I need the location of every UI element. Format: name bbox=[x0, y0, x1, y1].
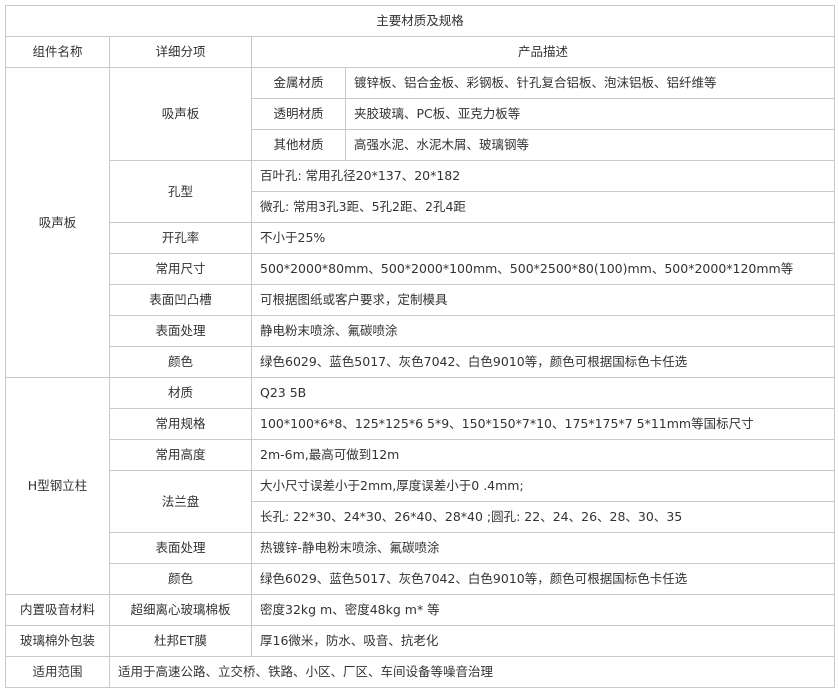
column-height-label: 常用高度 bbox=[109, 439, 252, 471]
flange-label: 法兰盘 bbox=[109, 470, 252, 533]
metal-value: 镀锌板、铝合金板、彩钢板、针孔复合铝板、泡沫铝板、铝纤维等 bbox=[344, 67, 836, 99]
title-row: 主要材质及规格 bbox=[4, 5, 836, 37]
column-spec-value: 100*100*6*8、125*125*6 5*9、150*150*7*10、1… bbox=[250, 408, 836, 440]
other-value: 高强水泥、水泥木屑、玻璃钢等 bbox=[344, 129, 836, 161]
table-row: 常用规格 100*100*6*8、125*125*6 5*9、150*150*7… bbox=[6, 408, 836, 440]
scope-name: 适用范围 bbox=[5, 656, 110, 688]
column-surface-label: 表面处理 bbox=[109, 532, 252, 564]
header-component: 组件名称 bbox=[5, 36, 110, 68]
table-row: 内置吸音材料 超细离心玻璃棉板 密度32kg m、密度48kg m* 等 bbox=[5, 594, 836, 626]
group-panel: 吸声板 bbox=[5, 67, 110, 378]
table-row: 常用高度 2m-6m,最高可做到12m bbox=[6, 439, 836, 471]
inner-label: 超细离心玻璃棉板 bbox=[109, 594, 252, 626]
panel-color-label: 颜色 bbox=[109, 346, 252, 378]
column-material-value: Q23 5B bbox=[250, 377, 836, 409]
column-spec-label: 常用规格 bbox=[109, 408, 252, 440]
header-detail: 详细分项 bbox=[109, 36, 252, 68]
table-row: 颜色 绿色6029、蓝色5017、灰色7042、白色9010等，颜色可根据国标色… bbox=[6, 563, 836, 595]
open-rate-value: 不小于25% bbox=[250, 222, 836, 254]
inner-name: 内置吸音材料 bbox=[5, 594, 110, 626]
hole-value-2: 微孔: 常用3孔3距、5孔2距、2孔4距 bbox=[250, 191, 836, 223]
column-height-value: 2m-6m,最高可做到12m bbox=[250, 439, 836, 471]
size-label: 常用尺寸 bbox=[109, 253, 252, 285]
table-row: 表面处理 热镀锌-静电粉末喷涂、氟碳喷涂 bbox=[6, 532, 836, 564]
absorb-label: 吸声板 bbox=[109, 67, 252, 161]
table-title: 主要材质及规格 bbox=[4, 5, 836, 37]
table-row: H型钢立柱 材质 Q23 5B bbox=[5, 377, 836, 595]
groove-value: 可根据图纸或客户要求，定制模具 bbox=[250, 284, 836, 316]
hole-value-1: 百叶孔: 常用孔径20*137、20*182 bbox=[250, 160, 836, 192]
table-row: 表面处理 静电粉末喷涂、氟碳喷涂 bbox=[6, 315, 836, 347]
hole-label: 孔型 bbox=[109, 160, 252, 223]
table-row: 玻璃棉外包装 杜邦ET膜 厚16微米，防水、吸音、抗老化 bbox=[5, 625, 836, 657]
table-row: 适用范围 适用于高速公路、立交桥、铁路、小区、厂区、车间设备等噪音治理 bbox=[5, 656, 836, 688]
table-row: 开孔率 不小于25% bbox=[6, 222, 836, 254]
flange-value-2: 长孔: 22*30、24*30、26*40、28*40 ;圆孔: 22、24、2… bbox=[250, 501, 836, 533]
group-column: H型钢立柱 bbox=[5, 377, 110, 595]
panel-surface-label: 表面处理 bbox=[109, 315, 252, 347]
wrap-value: 厚16微米，防水、吸音、抗老化 bbox=[250, 625, 836, 657]
table-row: 表面凹凸槽 可根据图纸或客户要求，定制模具 bbox=[6, 284, 836, 316]
size-value: 500*2000*80mm、500*2000*100mm、500*2500*80… bbox=[250, 253, 836, 285]
transparent-value: 夹胶玻璃、PC板、亚克力板等 bbox=[344, 98, 836, 130]
panel-surface-value: 静电粉末喷涂、氟碳喷涂 bbox=[250, 315, 836, 347]
wrap-name: 玻璃棉外包装 bbox=[5, 625, 110, 657]
column-color-value: 绿色6029、蓝色5017、灰色7042、白色9010等，颜色可根据国标色卡任选 bbox=[250, 563, 836, 595]
scope-value: 适用于高速公路、立交桥、铁路、小区、厂区、车间设备等噪音治理 bbox=[108, 656, 836, 688]
column-color-label: 颜色 bbox=[109, 563, 252, 595]
table-row: 吸声板 吸声板 金属材质 镀锌板、铝合金板、彩钢板、针孔复合铝板、泡沫铝板、铝纤… bbox=[5, 67, 836, 378]
groove-label: 表面凹凸槽 bbox=[109, 284, 252, 316]
column-surface-value: 热镀锌-静电粉末喷涂、氟碳喷涂 bbox=[250, 532, 836, 564]
transparent-label: 透明材质 bbox=[251, 98, 346, 130]
panel-color-value: 绿色6029、蓝色5017、灰色7042、白色9010等，颜色可根据国标色卡任选 bbox=[250, 346, 836, 378]
header-description: 产品描述 bbox=[250, 36, 836, 68]
metal-label: 金属材质 bbox=[251, 67, 346, 99]
other-label: 其他材质 bbox=[251, 129, 346, 161]
column-material-label: 材质 bbox=[109, 377, 252, 409]
header-row: 组件名称 详细分项 产品描述 bbox=[5, 36, 836, 68]
open-rate-label: 开孔率 bbox=[109, 222, 252, 254]
table-row: 孔型 百叶孔: 常用孔径20*137、20*182 bbox=[6, 160, 836, 223]
flange-value-1: 大小尺寸误差小于2mm,厚度误差小于0 .4mm; bbox=[250, 470, 836, 502]
table-row: 法兰盘 大小尺寸误差小于2mm,厚度误差小于0 .4mm; bbox=[6, 470, 836, 533]
spec-table: 主要材质及规格 组件名称 详细分项 产品描述 吸声板 吸声板 金属材质 镀锌板、… bbox=[4, 5, 836, 688]
wrap-label: 杜邦ET膜 bbox=[109, 625, 252, 657]
table-row: 颜色 绿色6029、蓝色5017、灰色7042、白色9010等，颜色可根据国标色… bbox=[6, 346, 836, 378]
page: 主要材质及规格 组件名称 详细分项 产品描述 吸声板 吸声板 金属材质 镀锌板、… bbox=[0, 0, 839, 690]
table-row: 常用尺寸 500*2000*80mm、500*2000*100mm、500*25… bbox=[6, 253, 836, 285]
inner-value: 密度32kg m、密度48kg m* 等 bbox=[250, 594, 836, 626]
